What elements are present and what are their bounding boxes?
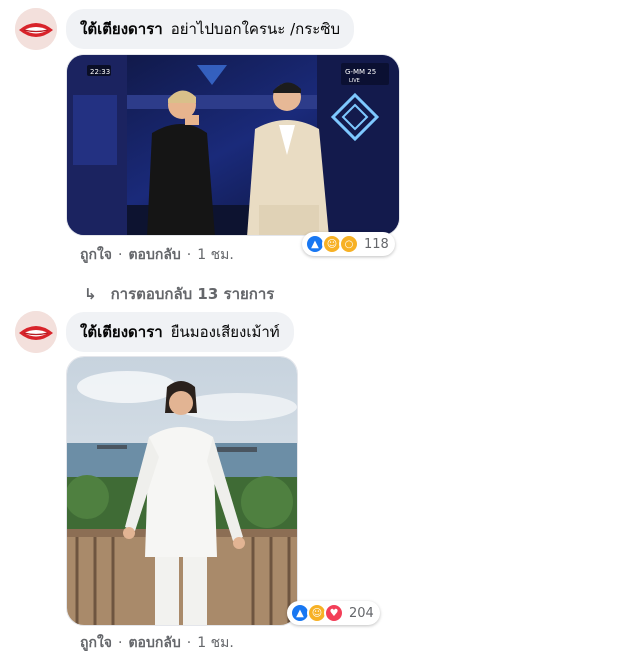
comment-photo[interactable]: 22:33 G-MM 25 LIVE	[66, 54, 400, 236]
reaction-count: 118	[364, 236, 389, 252]
reply-arrow-icon: ↳	[84, 285, 97, 303]
comment-author[interactable]: ใต้เตียงดารา	[80, 320, 163, 344]
comment-bubble: ใต้เตียงดารา ยืนมองเสียงเม้าท์	[66, 312, 294, 352]
comment-actions: ถูกใจ · ตอบกลับ · 1 ชม.	[80, 632, 234, 654]
comment-photo[interactable]	[66, 356, 298, 626]
reply-button[interactable]: ตอบกลับ	[128, 244, 180, 266]
separator: ·	[118, 635, 123, 651]
reaction-count: 204	[349, 605, 374, 621]
wow-icon: ○	[339, 234, 359, 254]
commenter-avatar[interactable]	[15, 8, 57, 50]
reaction-summary[interactable]: ▲ ☺ ○ 118	[302, 232, 395, 256]
love-icon: ♥	[324, 603, 344, 623]
live-label: LIVE	[349, 78, 360, 84]
comment-text: ยืนมองเสียงเม้าท์	[170, 323, 280, 341]
separator: ·	[186, 247, 192, 263]
comment-text: อย่าไปบอกใครนะ /กระซิบ	[170, 20, 341, 38]
channel-logo-label: G-MM 25	[345, 68, 376, 76]
separator: ·	[186, 635, 192, 651]
reaction-summary[interactable]: ▲ ☺ ♥ 204	[287, 601, 380, 625]
comment-actions: ถูกใจ · ตอบกลับ · 1 ชม.	[80, 244, 234, 266]
reply-button[interactable]: ตอบกลับ	[128, 632, 180, 654]
comment-bubble: ใต้เตียงดารา อย่าไปบอกใครนะ /กระซิบ	[66, 9, 355, 49]
separator: ·	[118, 247, 123, 263]
video-time-label: 22:33	[90, 68, 110, 76]
comment-timestamp[interactable]: 1 ชม.	[197, 632, 234, 654]
view-replies-link[interactable]: ↳ การตอบกลับ 13 รายการ	[84, 282, 274, 306]
comment-timestamp[interactable]: 1 ชม.	[197, 244, 234, 266]
comment-author[interactable]: ใต้เตียงดารา	[80, 17, 163, 41]
like-button[interactable]: ถูกใจ	[80, 244, 112, 266]
replies-count-label: การตอบกลับ 13 รายการ	[110, 285, 275, 303]
like-button[interactable]: ถูกใจ	[80, 632, 112, 654]
commenter-avatar[interactable]	[15, 311, 57, 353]
